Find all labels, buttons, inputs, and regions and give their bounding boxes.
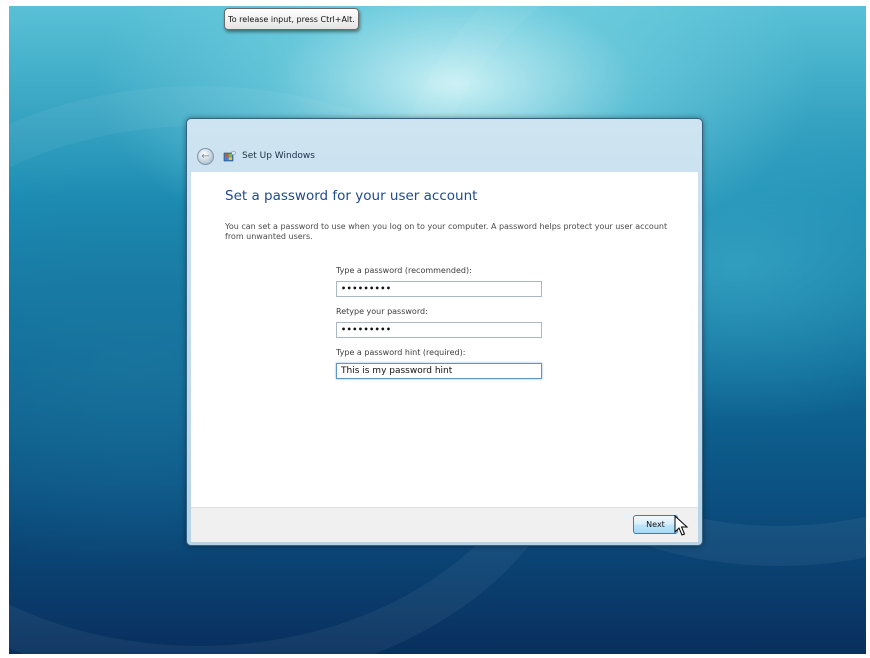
content-panel: Set a password for your user account You… [191,172,698,507]
password-hint-label: Type a password hint (required): [336,348,466,357]
window-title: Set Up Windows [242,151,315,161]
button-bar: Next [191,507,698,542]
mouse-cursor-icon [674,515,689,536]
password-label: Type a password (recommended): [336,266,472,275]
back-arrow-icon[interactable]: ← [197,148,214,165]
title-bar: ← Set Up Windows [187,119,702,171]
setup-window: ← Set Up Windows Set a password for your… [186,118,703,546]
page-title: Set a password for your user account [225,188,478,204]
retype-password-label: Retype your password: [336,307,428,316]
password-input[interactable]: ••••••••• [336,281,542,297]
page-description: You can set a password to use when you l… [225,222,668,241]
retype-password-input[interactable]: ••••••••• [336,322,542,338]
password-hint-input[interactable]: This is my password hint [336,363,542,379]
release-input-tooltip: To release input, press Ctrl+Alt. [224,8,359,30]
setup-windows-icon [223,150,236,162]
next-button[interactable]: Next [633,515,678,534]
